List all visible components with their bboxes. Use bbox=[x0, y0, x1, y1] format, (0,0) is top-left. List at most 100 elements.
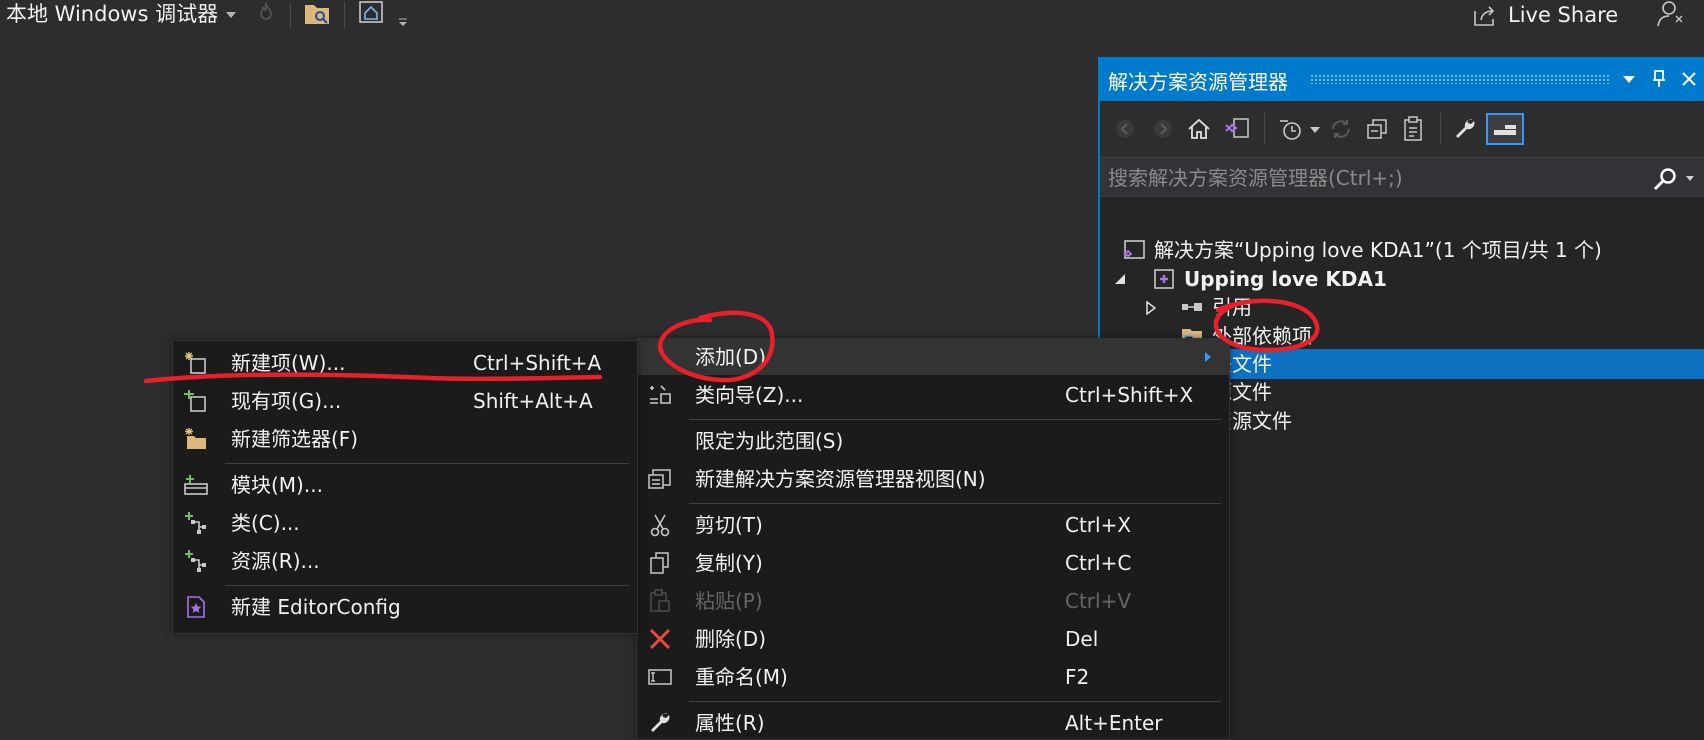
main-toolbar: 本地 Windows 调试器 Live Share bbox=[0, 0, 1704, 40]
menu-item-shortcut: Ctrl+X bbox=[1065, 513, 1132, 537]
menu-separator bbox=[689, 701, 1221, 702]
chevron-down-icon bbox=[1623, 76, 1635, 83]
menu-item-shortcut: Ctrl+V bbox=[1065, 589, 1132, 613]
tree-item-references[interactable]: 引用 bbox=[1100, 292, 1704, 322]
delete-x-icon bbox=[649, 628, 671, 650]
solution-explorer-toolbar bbox=[1100, 101, 1704, 157]
rename-icon bbox=[648, 669, 672, 685]
local-windows-debugger-button[interactable]: 本地 Windows 调试器 bbox=[6, 0, 218, 28]
debugger-dropdown-icon[interactable] bbox=[226, 12, 236, 18]
tree-item-project[interactable]: Upping love KDA1 bbox=[1100, 264, 1704, 294]
share-icon bbox=[1474, 6, 1495, 26]
menu-separator bbox=[689, 503, 1221, 504]
forward-arrow-icon bbox=[1154, 120, 1172, 138]
account-icon[interactable] bbox=[1656, 0, 1686, 28]
forward-button[interactable] bbox=[1148, 113, 1178, 145]
solution-explorer-title-bar[interactable]: 解决方案资源管理器 bbox=[1100, 57, 1704, 101]
add-submenu: 新建项(W)... Ctrl+Shift+A 现有项(G)... Shift+A… bbox=[172, 340, 638, 634]
menu-item-add[interactable]: 添加(D) bbox=[637, 339, 1229, 375]
menu-item-existing-item[interactable]: 现有项(G)... Shift+Alt+A bbox=[173, 383, 637, 419]
switch-views-button[interactable] bbox=[1222, 113, 1252, 145]
menu-item-label: 新建解决方案资源管理器视图(N) bbox=[695, 467, 986, 491]
home-view-icon[interactable] bbox=[358, 0, 386, 26]
menu-item-label: 重命名(M) bbox=[695, 665, 788, 689]
menu-item-label: 新建筛选器(F) bbox=[231, 427, 359, 451]
menu-separator bbox=[225, 463, 629, 464]
show-all-files-button[interactable] bbox=[1398, 113, 1428, 145]
visual-studio-window: 本地 Windows 调试器 Live Share 解决方案资源管理器 搜索解决… bbox=[0, 0, 1704, 740]
auto-hide-button[interactable] bbox=[1646, 66, 1672, 92]
search-icon[interactable] bbox=[1652, 166, 1678, 192]
copy-icon bbox=[650, 552, 669, 574]
vs-solution-view-icon bbox=[1225, 118, 1249, 138]
pending-changes-filter-button[interactable] bbox=[1276, 113, 1306, 145]
toolbar-overflow-icon[interactable] bbox=[398, 17, 408, 27]
menu-item-new-editorconfig[interactable]: 新建 EditorConfig bbox=[173, 589, 637, 625]
solution-search-box[interactable] bbox=[1100, 157, 1704, 197]
menu-item-resource[interactable]: 资源(R)... bbox=[173, 543, 637, 579]
references-icon bbox=[1182, 303, 1202, 311]
hot-reload-icon[interactable] bbox=[254, 1, 278, 25]
menu-item-label: 现有项(G)... bbox=[231, 389, 342, 413]
home-button[interactable] bbox=[1184, 113, 1214, 145]
menu-item-cut[interactable]: 剪切(T) Ctrl+X bbox=[637, 507, 1229, 543]
preview-selected-items-button[interactable] bbox=[1486, 113, 1524, 145]
new-view-icon bbox=[648, 469, 671, 489]
menu-separator bbox=[689, 419, 1221, 420]
close-panel-button[interactable] bbox=[1676, 66, 1702, 92]
menu-item-copy[interactable]: 复制(Y) Ctrl+C bbox=[637, 545, 1229, 581]
toolbar-separator bbox=[344, 2, 345, 28]
menu-item-label: 添加(D) bbox=[695, 345, 767, 369]
menu-item-properties[interactable]: 属性(R) Alt+Enter bbox=[637, 705, 1229, 740]
collapse-all-icon bbox=[1367, 119, 1387, 139]
title-grip bbox=[1310, 74, 1610, 84]
menu-item-paste[interactable]: 粘贴(P) Ctrl+V bbox=[637, 583, 1229, 619]
sync-button[interactable] bbox=[1326, 113, 1356, 145]
filter-dropdown-icon[interactable] bbox=[1310, 127, 1320, 133]
wrench-icon bbox=[1456, 119, 1475, 138]
expanded-arrow-icon[interactable] bbox=[1114, 273, 1126, 285]
class-icon bbox=[185, 512, 206, 534]
editorconfig-icon bbox=[187, 596, 205, 618]
toolbar-separator bbox=[290, 2, 291, 28]
menu-item-class-wizard[interactable]: 类向导(Z)... Ctrl+Shift+X bbox=[637, 377, 1229, 413]
menu-item-new-solution-explorer-view[interactable]: 新建解决方案资源管理器视图(N) bbox=[637, 461, 1229, 497]
menu-item-delete[interactable]: 删除(D) Del bbox=[637, 621, 1229, 657]
menu-item-label: 类向导(Z)... bbox=[695, 383, 804, 407]
submenu-arrow-icon bbox=[1205, 352, 1211, 362]
collapsed-arrow-icon[interactable] bbox=[1146, 301, 1156, 315]
menu-item-label: 复制(Y) bbox=[695, 551, 763, 575]
menu-item-shortcut: Ctrl+Shift+X bbox=[1065, 383, 1194, 407]
live-share-button[interactable]: Live Share bbox=[1472, 0, 1618, 30]
context-menu: 添加(D) 类向导(Z)... Ctrl+Shift+X 限定为此范围(S) 新… bbox=[636, 338, 1230, 740]
menu-item-label: 资源(R)... bbox=[231, 549, 320, 573]
debugger-label: 本地 Windows 调试器 bbox=[6, 2, 219, 26]
menu-item-label: 删除(D) bbox=[695, 627, 767, 651]
menu-item-new-item[interactable]: 新建项(W)... Ctrl+Shift+A bbox=[173, 345, 637, 381]
menu-item-label: 限定为此范围(S) bbox=[695, 429, 844, 453]
menu-item-scope-to-this[interactable]: 限定为此范围(S) bbox=[637, 423, 1229, 459]
menu-item-new-filter[interactable]: 新建筛选器(F) bbox=[173, 421, 637, 457]
menu-item-label: 模块(M)... bbox=[231, 473, 323, 497]
solution-icon bbox=[1123, 240, 1145, 259]
toolbar-separator bbox=[1440, 113, 1441, 145]
menu-item-shortcut: Shift+Alt+A bbox=[473, 389, 593, 413]
menu-item-class[interactable]: 类(C)... bbox=[173, 505, 637, 541]
open-folder-search-icon[interactable] bbox=[303, 0, 331, 26]
menu-item-shortcut: Del bbox=[1065, 627, 1099, 651]
tree-item-solution[interactable]: 解决方案“Upping love KDA1”(1 个项目/共 1 个) bbox=[1100, 235, 1704, 265]
search-options-dropdown-icon[interactable] bbox=[1686, 176, 1694, 181]
toolbar-separator bbox=[1264, 113, 1265, 145]
tree-item-project-label: Upping love KDA1 bbox=[1184, 267, 1387, 291]
menu-item-rename[interactable]: 重命名(M) F2 bbox=[637, 659, 1229, 695]
back-button[interactable] bbox=[1110, 113, 1140, 145]
properties-button[interactable] bbox=[1450, 113, 1480, 145]
class-wizard-icon bbox=[650, 385, 671, 404]
solution-search-input[interactable] bbox=[1108, 164, 1648, 192]
menu-separator bbox=[225, 585, 629, 586]
tree-item-references-label: 引用 bbox=[1212, 295, 1252, 319]
menu-item-module[interactable]: 模块(M)... bbox=[173, 467, 637, 503]
new-item-icon bbox=[185, 352, 206, 374]
window-position-button[interactable] bbox=[1616, 66, 1642, 92]
collapse-all-button[interactable] bbox=[1362, 113, 1392, 145]
